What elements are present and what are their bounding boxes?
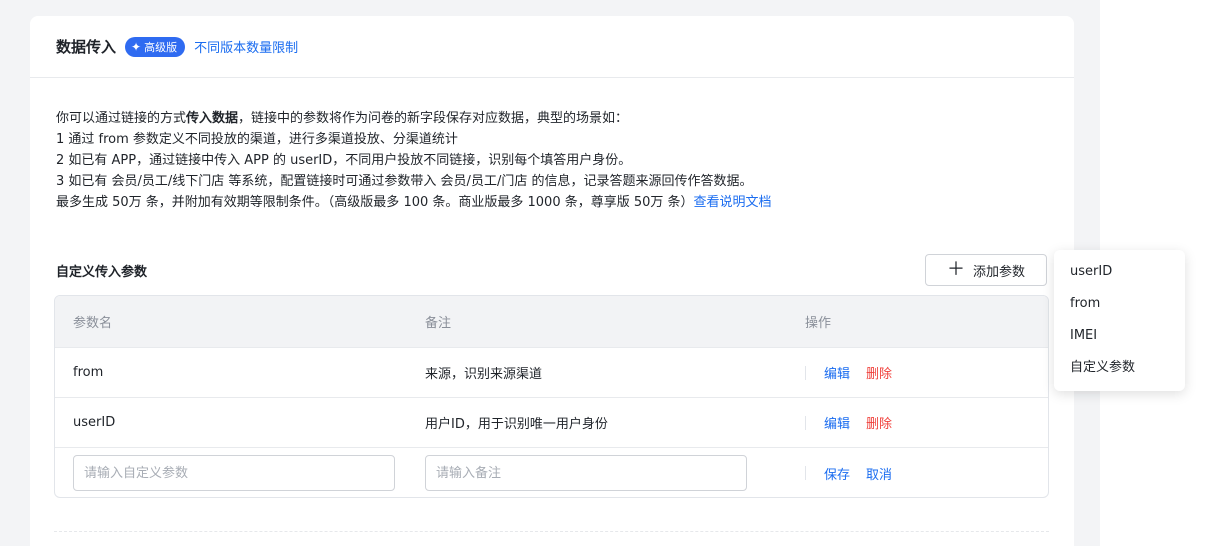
table-row: userID 用户ID，用于识别唯一用户身份 编辑 删除 — [55, 398, 1048, 448]
param-note-input[interactable] — [425, 455, 747, 491]
divider — [805, 466, 806, 480]
param-note: 来源，识别来源渠道 — [425, 367, 543, 382]
desc-line-2: 1 通过 from 参数定义不同投放的渠道，进行多渠道投放、分渠道统计 — [56, 132, 458, 147]
premium-badge: ✦ 高级版 — [125, 36, 186, 57]
data-passin-card: 数据传入 ✦ 高级版 不同版本数量限制 你可以通过链接的方式传入数据，链接中的参… — [30, 16, 1074, 546]
param-dropdown-menu: userID from IMEI 自定义参数 — [1054, 250, 1185, 391]
save-button[interactable]: 保存 — [824, 464, 850, 483]
edit-button[interactable]: 编辑 — [824, 363, 850, 382]
table-header: 参数名 备注 操作 — [55, 296, 1048, 348]
param-note: 用户ID，用于识别唯一用户身份 — [425, 417, 608, 432]
params-table: 参数名 备注 操作 from 来源，识别来源渠道 编辑 删除 userID 用户… — [54, 295, 1049, 498]
cancel-button[interactable]: 取消 — [866, 464, 892, 483]
column-header-ops: 操作 — [805, 316, 832, 331]
version-limit-link[interactable]: 不同版本数量限制 — [194, 37, 298, 56]
dropdown-item-from[interactable]: from — [1054, 288, 1185, 320]
params-title: 自定义传入参数 — [56, 265, 148, 280]
sparkle-icon: ✦ — [131, 39, 142, 54]
param-name-input[interactable] — [73, 455, 395, 491]
column-header-name: 参数名 — [73, 316, 113, 331]
doc-link[interactable]: 查看说明文档 — [694, 195, 772, 210]
row-actions: 编辑 删除 — [805, 413, 1048, 432]
divider — [805, 415, 806, 430]
delete-button[interactable]: 删除 — [866, 413, 892, 432]
new-param-row: 保存 取消 — [55, 448, 1048, 497]
table-row: from 来源，识别来源渠道 编辑 删除 — [55, 348, 1048, 398]
description: 你可以通过链接的方式传入数据，链接中的参数将作为问卷的新字段保存对应数据，典型的… — [56, 108, 1046, 213]
dropdown-item-imei[interactable]: IMEI — [1054, 320, 1185, 352]
dropdown-item-custom[interactable]: 自定义参数 — [1054, 352, 1185, 384]
badge-label: 高级版 — [144, 40, 178, 54]
dropdown-item-userid[interactable]: userID — [1054, 256, 1185, 288]
section-heading: 数据传入 — [56, 38, 117, 56]
delete-button[interactable]: 删除 — [866, 363, 892, 382]
desc-line-1: 你可以通过链接的方式传入数据，链接中的参数将作为问卷的新字段保存对应数据，典型的… — [56, 111, 629, 126]
edit-button[interactable]: 编辑 — [824, 413, 850, 432]
param-name: userID — [73, 415, 116, 430]
desc-line-4: 3 如已有 会员/员工/线下门店 等系统，配置链接时可通过参数带入 会员/员工/… — [56, 174, 753, 189]
row-actions: 保存 取消 — [805, 464, 1048, 483]
plus-icon: ＋ — [946, 259, 965, 280]
param-name: from — [73, 365, 104, 380]
desc-line-5: 最多生成 50万 条，并附加有效期等限制条件。（高级版最多 100 条。商业版最… — [56, 195, 772, 210]
column-header-note: 备注 — [425, 316, 452, 331]
divider — [805, 365, 806, 380]
row-actions: 编辑 删除 — [805, 363, 1048, 382]
card-header: 数据传入 ✦ 高级版 不同版本数量限制 — [30, 16, 1074, 78]
section-divider — [54, 531, 1049, 532]
add-param-button[interactable]: ＋ 添加参数 — [925, 254, 1047, 286]
desc-line-3: 2 如已有 APP，通过链接中传入 APP 的 userID，不同用户投放不同链… — [56, 153, 632, 168]
